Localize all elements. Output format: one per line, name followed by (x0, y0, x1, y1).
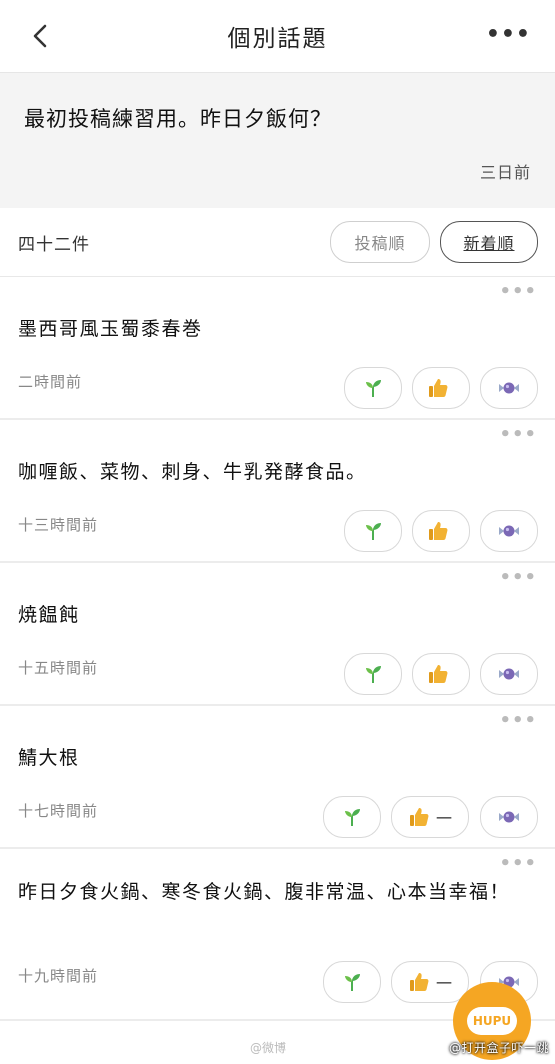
sprout-icon (366, 666, 381, 683)
post-timestamp: 十三時間前 (18, 516, 99, 534)
thumbs-up-icon (429, 379, 448, 397)
sprout-reaction-button[interactable] (323, 961, 381, 1003)
sort-by-newest-button[interactable]: 新着順 (440, 221, 538, 263)
like-reaction-button[interactable] (412, 653, 470, 695)
post-timestamp: 二時間前 (18, 373, 83, 391)
post-text: 鯖大根 (18, 747, 80, 769)
chevron-left-icon (33, 24, 47, 48)
sort-bar: 四十二件 投稿順 新着順 (0, 208, 555, 277)
like-count: 一 (435, 974, 452, 993)
thumbs-up-icon (409, 808, 429, 826)
watermark-left: @微博 (250, 1041, 287, 1055)
post-more-button[interactable]: ••• (499, 426, 537, 444)
post-item[interactable]: ••• 鯖大根十七時間前 一 (0, 706, 555, 849)
post-item[interactable]: ••• 焼饂飩十五時間前 (0, 563, 555, 706)
post-item[interactable]: ••• 咖喱飯、菜物、刺身、牛乳発酵食品。十三時間前 (0, 420, 555, 563)
post-count: 四十二件 (18, 234, 90, 255)
candy-reaction-button[interactable] (480, 653, 538, 695)
post-timestamp: 十九時間前 (18, 967, 99, 985)
like-reaction-button[interactable] (412, 367, 470, 409)
candy-reaction-button[interactable] (480, 796, 538, 838)
candy-reaction-button[interactable] (480, 510, 538, 552)
candy-icon (499, 382, 519, 394)
candy-icon (499, 811, 519, 823)
post-timestamp: 十五時間前 (18, 659, 99, 677)
topic-title: 最初投稿練習用。昨日夕飯何？ (24, 107, 332, 131)
like-reaction-button[interactable]: 一 (391, 796, 469, 838)
post-text: 昨日夕食火鍋、寒冬食火鍋、腹非常温、心本当幸福！ (18, 881, 511, 903)
sort-by-post-button[interactable]: 投稿順 (330, 221, 430, 263)
sprout-reaction-button[interactable] (344, 510, 402, 552)
nav-bar: 個別話題 ••• (0, 0, 555, 73)
like-reaction-button[interactable]: 一 (391, 961, 469, 1003)
post-more-button[interactable]: ••• (499, 855, 537, 873)
post-more-button[interactable]: ••• (499, 283, 537, 301)
post-more-button[interactable]: ••• (499, 712, 537, 730)
sprout-reaction-button[interactable] (344, 367, 402, 409)
sprout-reaction-button[interactable] (344, 653, 402, 695)
candy-icon (499, 668, 519, 680)
thumbs-up-icon (409, 973, 429, 991)
post-text: 焼饂飩 (18, 604, 80, 626)
watermark: @打开盒子吓一跳 (448, 1041, 549, 1055)
topic-timestamp: 三日前 (479, 163, 531, 182)
candy-icon (499, 525, 519, 537)
hupu-badge-label: HUPU (467, 1007, 517, 1035)
sprout-icon (345, 974, 360, 991)
thumbs-up-icon (429, 522, 448, 540)
post-text: 墨西哥風玉蜀黍春巻 (18, 318, 203, 340)
post-text: 咖喱飯、菜物、刺身、牛乳発酵食品。 (18, 461, 367, 483)
back-button[interactable] (26, 20, 58, 52)
post-more-button[interactable]: ••• (499, 569, 537, 587)
like-count: 一 (435, 809, 452, 828)
page-title: 個別話題 (227, 26, 328, 52)
sprout-icon (345, 809, 360, 826)
sprout-icon (366, 380, 381, 397)
sprout-icon (366, 523, 381, 540)
post-timestamp: 十七時間前 (18, 802, 99, 820)
more-options-button[interactable]: ••• (486, 24, 531, 46)
like-reaction-button[interactable] (412, 510, 470, 552)
candy-reaction-button[interactable] (480, 367, 538, 409)
thumbs-up-icon (429, 665, 448, 683)
sprout-reaction-button[interactable] (323, 796, 381, 838)
topic-header: 最初投稿練習用。昨日夕飯何？ 三日前 (0, 73, 555, 208)
post-item[interactable]: ••• 墨西哥風玉蜀黍春巻二時間前 (0, 277, 555, 420)
